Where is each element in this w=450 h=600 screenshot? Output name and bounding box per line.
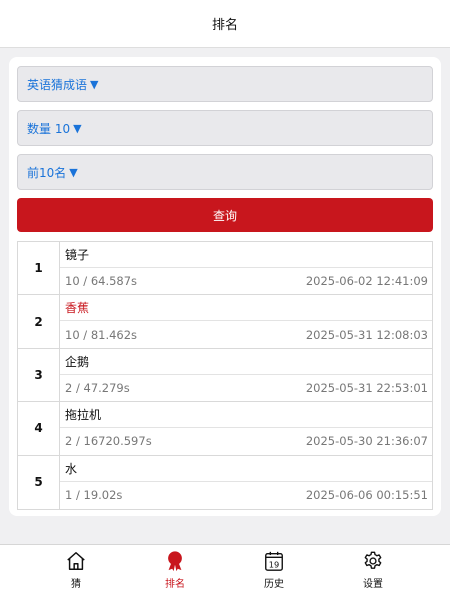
calendar-icon: 19: [265, 551, 283, 571]
home-icon: [67, 552, 85, 570]
category-select[interactable]: 英语猜成语 ▼: [17, 66, 433, 102]
caret-down-icon: ▼: [69, 165, 78, 179]
tab-settings[interactable]: 设置: [343, 545, 403, 600]
caret-down-icon: ▼: [73, 121, 82, 135]
rank-body: 镜子 10 / 64.587s 2025-06-02 12:41:09: [60, 242, 432, 294]
table-row: 5 水 1 / 19.02s 2025-06-06 00:15:51: [18, 455, 432, 509]
top-n-select-label: 前10名: [27, 165, 67, 180]
rank-timestamp: 2025-05-31 12:08:03: [305, 327, 428, 342]
rank-timestamp: 2025-05-30 21:36:07: [305, 434, 428, 449]
rank-score: 2 / 47.279s: [65, 380, 130, 395]
rank-word: 镜子: [60, 242, 432, 268]
rank-body: 拖拉机 2 / 16720.597s 2025-05-30 21:36:07: [60, 402, 432, 454]
rank-word: 拖拉机: [60, 402, 432, 429]
rank-timestamp: 2025-06-06 00:15:51: [305, 488, 428, 503]
gear-icon: [364, 551, 382, 569]
table-row: 2 香蕉 10 / 81.462s 2025-05-31 12:08:03: [18, 295, 432, 349]
rank-word: 水: [60, 456, 432, 482]
table-row: 4 拖拉机 2 / 16720.597s 2025-05-30 21:36:07: [18, 402, 432, 456]
rank-number: 5: [18, 455, 60, 509]
rank-score: 1 / 19.02s: [65, 488, 123, 503]
rank-score: 2 / 16720.597s: [65, 434, 152, 449]
award-icon: [168, 551, 182, 572]
count-select-label: 数量 10: [27, 121, 71, 136]
rank-word: 企鹅: [60, 349, 432, 375]
query-button[interactable]: 查询: [17, 198, 433, 232]
rank-meta: 1 / 19.02s 2025-06-06 00:15:51: [60, 482, 432, 509]
rank-meta: 10 / 64.587s 2025-06-02 12:41:09: [60, 268, 432, 294]
rank-body: 企鹅 2 / 47.279s 2025-05-31 22:53:01: [60, 349, 432, 401]
count-select[interactable]: 数量 10 ▼: [17, 110, 433, 146]
rank-number: 1: [18, 242, 60, 295]
bottom-tab-bar: 猜 排名 19 历史 设置: [0, 544, 450, 600]
tab-guess[interactable]: 猜: [46, 545, 106, 600]
rank-timestamp: 2025-05-31 22:53:01: [305, 380, 428, 395]
tab-label: 排名: [165, 579, 185, 590]
caret-down-icon: ▼: [90, 77, 99, 91]
table-row: 3 企鹅 2 / 47.279s 2025-05-31 22:53:01: [18, 348, 432, 403]
tab-history[interactable]: 19 历史: [244, 545, 304, 600]
ranking-table: 1 镜子 10 / 64.587s 2025-06-02 12:41:09 2 …: [17, 241, 433, 510]
rank-score: 10 / 64.587s: [65, 274, 138, 289]
rank-score: 10 / 81.462s: [65, 327, 138, 342]
rank-number: 4: [18, 402, 60, 455]
category-select-label: 英语猜成语: [27, 77, 88, 92]
ranking-card: 英语猜成语 ▼ 数量 10 ▼ 前10名 ▼ 查询 1 镜子 10 / 64.5…: [9, 57, 441, 516]
rank-word: 香蕉: [60, 295, 432, 322]
tab-ranking[interactable]: 排名: [145, 545, 205, 600]
page-title: 排名: [211, 18, 238, 33]
rank-meta: 2 / 47.279s 2025-05-31 22:53:01: [60, 375, 432, 401]
table-row: 1 镜子 10 / 64.587s 2025-06-02 12:41:09: [18, 242, 432, 296]
calendar-day: 19: [269, 559, 280, 569]
top-header: 排名: [0, 0, 450, 48]
rank-body: 水 1 / 19.02s 2025-06-06 00:15:51: [60, 456, 432, 509]
rank-number: 2: [18, 295, 60, 348]
rank-body: 香蕉 10 / 81.462s 2025-05-31 12:08:03: [60, 295, 432, 347]
rank-number: 3: [18, 348, 60, 402]
top-n-select[interactable]: 前10名 ▼: [17, 154, 433, 190]
rank-timestamp: 2025-06-02 12:41:09: [305, 274, 428, 289]
rank-meta: 2 / 16720.597s 2025-05-30 21:36:07: [60, 428, 432, 454]
tab-label: 历史: [264, 579, 284, 590]
rank-meta: 10 / 81.462s 2025-05-31 12:08:03: [60, 321, 432, 347]
tab-label: 猜: [71, 579, 81, 590]
tab-label: 设置: [363, 579, 383, 590]
